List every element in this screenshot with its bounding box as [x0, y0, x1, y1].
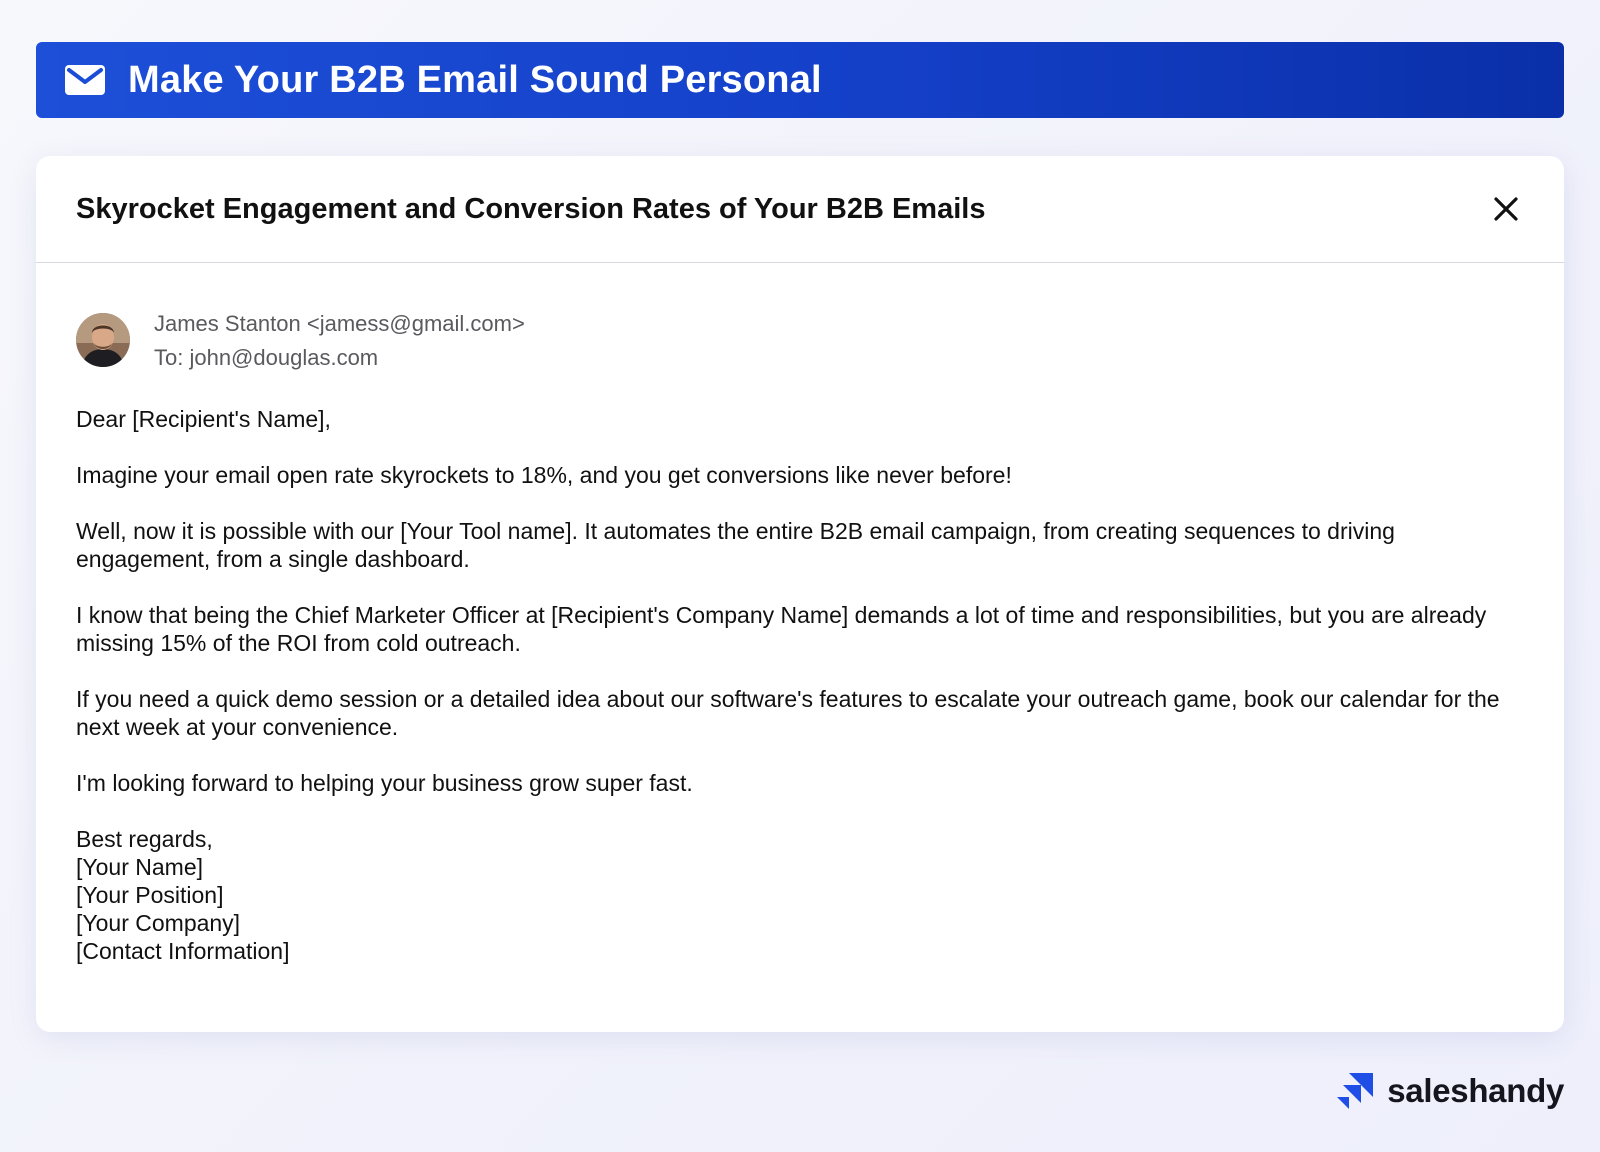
close-icon	[1494, 197, 1518, 221]
sender-info: James Stanton <jamess@gmail.com> To: joh…	[154, 307, 525, 375]
envelope-icon	[64, 64, 106, 96]
saleshandy-logo-icon	[1335, 1069, 1375, 1114]
brand-logo: saleshandy	[1335, 1070, 1564, 1112]
signature-line: [Your Position]	[76, 882, 224, 908]
close-button[interactable]	[1488, 191, 1524, 227]
email-paragraph: Well, now it is possible with our [Your …	[76, 518, 1395, 572]
header-banner: Make Your B2B Email Sound Personal	[36, 42, 1564, 118]
email-paragraph: I'm looking forward to helping your busi…	[76, 770, 693, 796]
email-paragraph: I know that being the Chief Marketer Off…	[76, 602, 1487, 656]
signature-line: [Your Name]	[76, 854, 203, 880]
card-title: Skyrocket Engagement and Conversion Rate…	[76, 192, 986, 225]
email-body: Dear [Recipient's Name], Imagine your em…	[36, 375, 1564, 965]
email-greeting: Dear [Recipient's Name],	[76, 406, 331, 432]
email-signature: Best regards, [Your Name] [Your Position…	[76, 825, 1524, 965]
sender-row: James Stanton <jamess@gmail.com> To: joh…	[36, 263, 1564, 375]
sender-from: James Stanton <jamess@gmail.com>	[154, 311, 525, 336]
banner-title: Make Your B2B Email Sound Personal	[128, 58, 822, 101]
brand-name: saleshandy	[1387, 1072, 1564, 1109]
email-card: Skyrocket Engagement and Conversion Rate…	[36, 156, 1564, 1032]
signature-line: [Your Company]	[76, 910, 241, 936]
recipient-to: To: john@douglas.com	[154, 345, 379, 370]
email-paragraph: If you need a quick demo session or a de…	[76, 686, 1500, 740]
signature-line: Best regards,	[76, 826, 213, 852]
card-header: Skyrocket Engagement and Conversion Rate…	[36, 156, 1564, 263]
signature-line: [Contact Information]	[76, 938, 290, 964]
email-paragraph: Imagine your email open rate skyrockets …	[76, 462, 1012, 488]
avatar	[76, 313, 130, 367]
